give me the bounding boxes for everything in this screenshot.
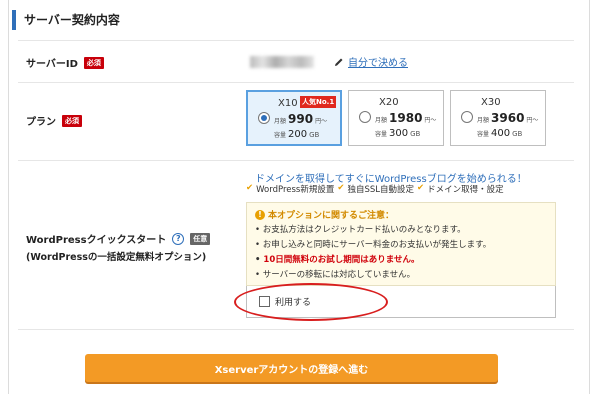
plan-label: プラン 必須 [26, 113, 82, 128]
storage-unit: GB [309, 131, 320, 139]
check-icon: ✔ [246, 183, 254, 193]
storage-prefix: 容量 [274, 132, 287, 139]
help-icon[interactable]: ? [172, 232, 185, 245]
notice-list: お支払方法はクレジットカード払いのみとなります。 お申し込みと同時にサーバー料金… [255, 223, 492, 283]
storage-size: 400 [491, 128, 511, 139]
storage-unit: GB [512, 130, 523, 138]
notice-item: お支払方法はクレジットカード払いのみとなります。 [255, 223, 491, 238]
plan-price: 月額 3960 円〜 [477, 111, 538, 125]
server-id-label-text: サーバーID [26, 59, 78, 70]
section-title: サーバー契約内容 [12, 10, 120, 30]
plan-name: X30 [481, 97, 501, 108]
exclamation-icon: ! [255, 209, 265, 220]
monthly-prefix: 月額 [274, 118, 287, 125]
notice-title-text: 本オプションに関するご注意： [268, 211, 395, 221]
notice-item-important: 10日間無料のお試し期間はありません。 [255, 253, 491, 268]
plan-name: X10 [278, 98, 298, 109]
server-id-label: サーバーID 必須 [26, 55, 104, 70]
notice-item: お申し込みと同時にサーバー料金のお支払いが発生します。 [255, 238, 492, 253]
storage-size: 200 [288, 129, 308, 140]
wordpress-label-text: WordPressクイックスタート [26, 235, 167, 246]
plan-storage: 容量 200 GB [274, 129, 319, 140]
choose-own-id-link-text: 自分で決める [348, 58, 408, 69]
storage-prefix: 容量 [375, 131, 388, 138]
plan-storage: 容量 300 GB [375, 128, 420, 139]
proceed-button[interactable]: Xserverアカウントの登録へ進む [85, 354, 498, 382]
server-id-value-blurred [250, 56, 314, 68]
monthly-prefix: 月額 [375, 117, 388, 124]
plan-label-text: プラン [26, 117, 56, 128]
required-badge: 必須 [83, 56, 104, 69]
plan-price: 月額 1980 円〜 [375, 111, 436, 125]
plan-option-x30[interactable]: X30 月額 3960 円〜 容量 400 GB [450, 90, 546, 146]
choose-own-id-link[interactable]: 自分で決める [334, 54, 408, 69]
plan-option-x20[interactable]: X20 月額 1980 円〜 容量 300 GB [348, 90, 444, 146]
check-icon: ✔ [337, 183, 345, 193]
notice-item: サーバーの移転には対応していません。 [255, 268, 491, 283]
yen-suffix: 円〜 [526, 117, 539, 124]
plan-storage: 容量 400 GB [477, 128, 522, 139]
highlight-ellipse [234, 283, 388, 321]
check-icon: ✔ [417, 183, 425, 193]
feature-item: WordPress新規設置 [256, 185, 335, 195]
required-badge: 必須 [62, 114, 82, 127]
price-amount: 1980 [389, 111, 423, 125]
optional-badge: 任意 [190, 232, 211, 245]
plan-option-x10[interactable]: X10 人気No.1 月額 990 円〜 容量 200 GB [246, 90, 342, 146]
plan-radio[interactable] [258, 112, 270, 124]
feature-item: ドメイン取得・設定 [427, 185, 504, 195]
storage-size: 300 [389, 128, 409, 139]
notice-title: ! 本オプションに関するご注意： [255, 208, 394, 221]
storage-unit: GB [410, 130, 421, 138]
yen-suffix: 円〜 [315, 118, 328, 125]
feature-item: 独自SSL自動設定 [347, 185, 414, 195]
monthly-prefix: 月額 [477, 117, 490, 124]
price-amount: 990 [288, 112, 314, 126]
plan-name: X20 [379, 97, 399, 108]
wordpress-label-sub: (WordPressの一括設定無料オプション) [26, 252, 207, 263]
wordpress-label: WordPressクイックスタート ? 任意 (WordPressの一括設定無料… [26, 231, 211, 263]
plan-price: 月額 990 円〜 [274, 112, 327, 126]
storage-prefix: 容量 [477, 131, 490, 138]
yen-suffix: 円〜 [424, 117, 437, 124]
pencil-icon [335, 58, 343, 66]
notice-box: ! 本オプションに関するご注意： お支払方法はクレジットカード払いのみとなります… [246, 202, 556, 286]
plan-radio[interactable] [461, 111, 473, 123]
feature-checks: ✔ WordPress新規設置 ✔ 独自SSL自動設定 ✔ ドメイン取得・設定 [246, 183, 504, 195]
price-amount: 3960 [491, 111, 525, 125]
plan-radio[interactable] [359, 111, 371, 123]
popular-badge: 人気No.1 [300, 96, 337, 108]
